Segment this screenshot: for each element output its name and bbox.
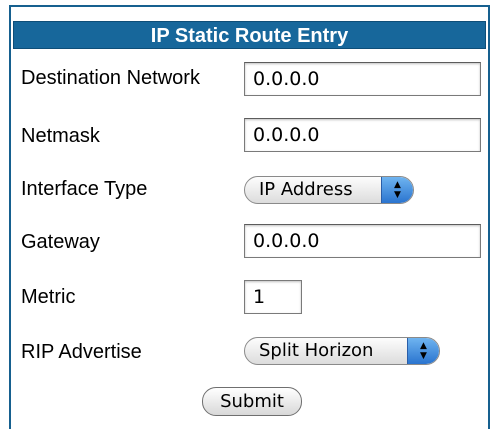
gateway-label: Gateway (21, 231, 100, 253)
netmask-label: Netmask (21, 125, 100, 147)
destination-network-input[interactable]: 0.0.0.0 (244, 62, 481, 96)
interface-type-label: Interface Type (21, 178, 148, 200)
metric-input[interactable]: 1 (244, 280, 302, 314)
top-strip (0, 0, 492, 5)
up-down-arrows-icon: ▲ ▼ (381, 177, 413, 203)
interface-type-selected: IP Address (259, 179, 353, 200)
up-down-arrows-icon: ▲ ▼ (407, 338, 439, 364)
netmask-input[interactable]: 0.0.0.0 (244, 118, 481, 152)
interface-type-select[interactable]: IP Address ▲ ▼ (244, 176, 414, 204)
submit-button[interactable]: Submit (202, 387, 302, 416)
form-title: IP Static Route Entry (13, 21, 486, 49)
rip-advertise-selected: Split Horizon (259, 340, 374, 361)
gateway-input[interactable]: 0.0.0.0 (244, 224, 481, 258)
destination-network-label: Destination Network (21, 67, 200, 89)
rip-advertise-label: RIP Advertise (21, 341, 142, 363)
metric-label: Metric (21, 286, 76, 308)
rip-advertise-select[interactable]: Split Horizon ▲ ▼ (244, 337, 440, 365)
